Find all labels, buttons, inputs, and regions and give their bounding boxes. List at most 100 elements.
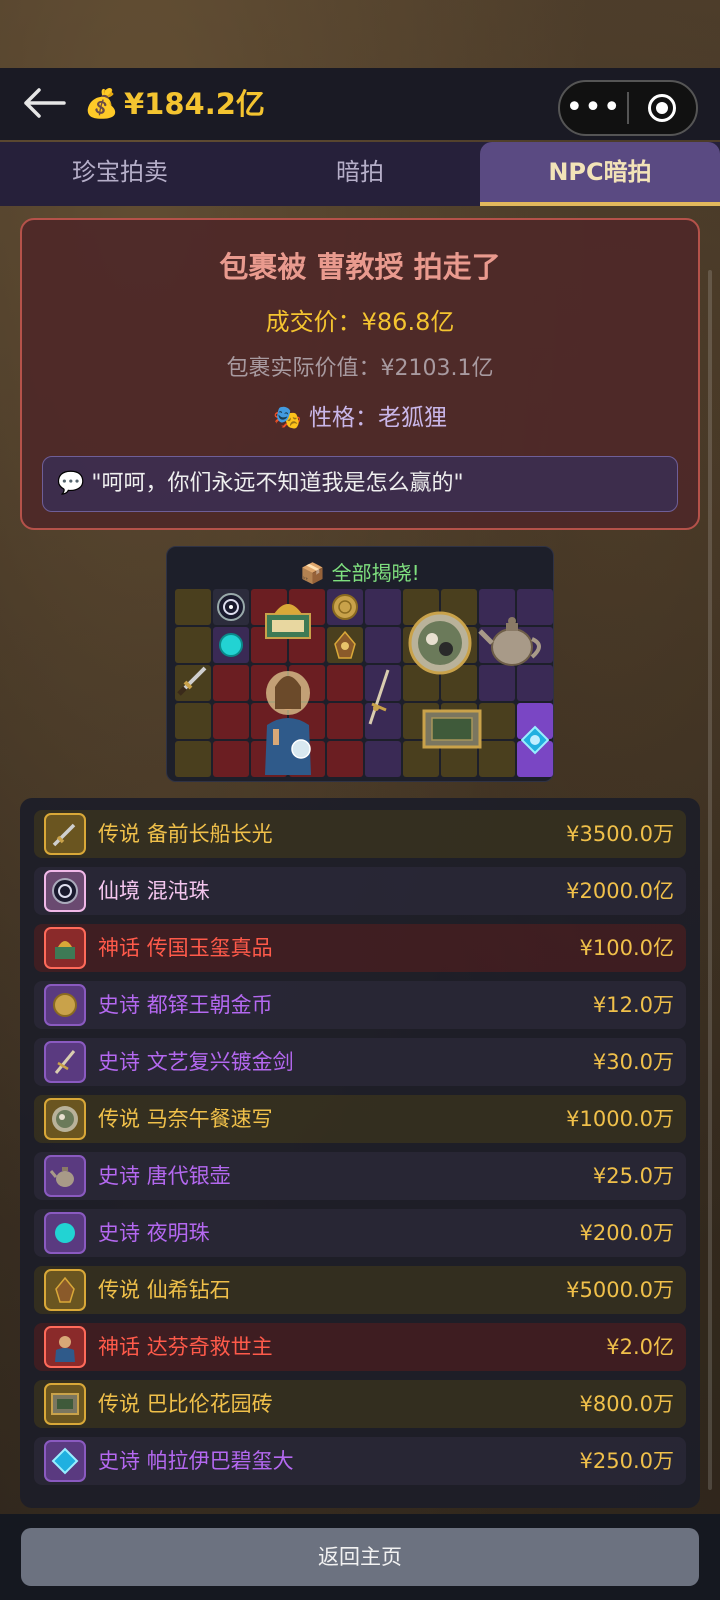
list-item[interactable]: 神话 传国玉玺真品 ¥100.0亿 bbox=[34, 924, 686, 972]
item-price: ¥30.0万 bbox=[592, 1050, 674, 1074]
list-item[interactable]: 史诗 唐代银壶 ¥25.0万 bbox=[34, 1152, 686, 1200]
target-icon[interactable] bbox=[629, 94, 696, 122]
blue-gem-icon[interactable] bbox=[517, 703, 553, 777]
grid-cell bbox=[479, 741, 515, 777]
item-name: 仙境 混沌珠 bbox=[98, 879, 210, 903]
item-price: ¥100.0亿 bbox=[579, 936, 674, 960]
item-name: 传说 备前长船长光 bbox=[98, 822, 273, 846]
teapot-icon bbox=[44, 1155, 86, 1197]
money-bag-icon: 💰 bbox=[84, 87, 119, 120]
tab-blind-auction[interactable]: 暗拍 bbox=[240, 142, 480, 206]
grid-cell bbox=[213, 741, 249, 777]
blue-gem-icon bbox=[44, 1440, 86, 1482]
list-item[interactable]: 传说 马奈午餐速写 ¥1000.0万 bbox=[34, 1095, 686, 1143]
reveal-title: 📦 全部揭晓! bbox=[300, 561, 420, 585]
list-item[interactable]: 史诗 都铎王朝金币 ¥12.0万 bbox=[34, 981, 686, 1029]
grid-cell bbox=[175, 741, 211, 777]
tab-bar: 珍宝拍卖 暗拍 NPC暗拍 bbox=[0, 142, 720, 206]
grid-cell bbox=[327, 741, 363, 777]
back-arrow-icon[interactable] bbox=[22, 82, 68, 124]
grid-cell bbox=[479, 703, 515, 739]
item-price: ¥250.0万 bbox=[579, 1449, 674, 1473]
personality-label: 性格：老狐狸 bbox=[308, 405, 447, 431]
quote-text: "呵呵，你们永远不知道我是怎么赢的" bbox=[91, 471, 464, 496]
package-icon: 📦 bbox=[300, 561, 326, 585]
item-list: 传说 备前长船长光 ¥3500.0万 仙境 混沌珠 ¥2000.0亿 神话 传国… bbox=[20, 798, 700, 1508]
list-item[interactable]: 传说 仙希钻石 ¥5000.0万 bbox=[34, 1266, 686, 1314]
deal-price: 成交价：¥86.8亿 bbox=[265, 308, 455, 336]
npc-quote: 💬 "呵呵，你们永远不知道我是怎么赢的" bbox=[42, 456, 678, 512]
item-name: 史诗 唐代银壶 bbox=[98, 1164, 231, 1188]
auction-result-card: 包裹被 曹教授 拍走了 成交价：¥86.8亿 包裹实际价值：¥2103.1亿 🎭… bbox=[20, 218, 700, 530]
item-price: ¥12.0万 bbox=[592, 993, 674, 1017]
list-item[interactable]: 史诗 夜明珠 ¥200.0万 bbox=[34, 1209, 686, 1257]
grid-cell bbox=[175, 589, 211, 625]
list-item[interactable]: 史诗 帕拉伊巴碧玺大 ¥250.0万 bbox=[34, 1437, 686, 1485]
item-name: 传说 马奈午餐速写 bbox=[98, 1107, 273, 1131]
masks-icon: 🎭 bbox=[273, 405, 302, 431]
tab-npc-blind-auction[interactable]: NPC暗拍 bbox=[480, 142, 720, 206]
mini-program-capsule: ••• bbox=[558, 80, 698, 136]
package-reveal-panel: 📦 全部揭晓! bbox=[166, 546, 554, 782]
item-name: 史诗 文艺复兴镀金剑 bbox=[98, 1050, 294, 1074]
painting-plate-icon bbox=[44, 1098, 86, 1140]
item-name: 传说 仙希钻石 bbox=[98, 1278, 231, 1302]
painting-plate-icon[interactable] bbox=[403, 611, 477, 675]
gold-coin-icon bbox=[44, 984, 86, 1026]
tablet-icon bbox=[44, 1383, 86, 1425]
item-price: ¥800.0万 bbox=[579, 1392, 674, 1416]
grid-cell bbox=[327, 665, 363, 701]
item-price: ¥3500.0万 bbox=[566, 822, 674, 846]
more-dots-icon[interactable]: ••• bbox=[560, 88, 627, 128]
npc-personality: 🎭 性格：老狐狸 bbox=[22, 398, 698, 432]
grid-cell bbox=[175, 703, 211, 739]
item-price: ¥2.0亿 bbox=[606, 1335, 674, 1359]
pearl-icon bbox=[44, 1212, 86, 1254]
item-price: ¥200.0万 bbox=[579, 1221, 674, 1245]
grid-cell bbox=[213, 703, 249, 739]
item-price: ¥1000.0万 bbox=[566, 1107, 674, 1131]
jade-seal-icon[interactable] bbox=[251, 589, 325, 645]
rapier-icon[interactable] bbox=[361, 661, 397, 731]
real-value: 包裹实际价值：¥2103.1亿 bbox=[226, 356, 494, 381]
grid-cell bbox=[365, 627, 401, 663]
top-bar: 💰 ¥184.2亿 ••• bbox=[0, 68, 720, 140]
item-price: ¥5000.0万 bbox=[566, 1278, 674, 1302]
bottom-bar: 返回主页 bbox=[0, 1514, 720, 1600]
rapier-icon bbox=[44, 1041, 86, 1083]
teapot-icon[interactable] bbox=[475, 605, 551, 675]
chaos-orb-icon bbox=[44, 870, 86, 912]
item-price: ¥25.0万 bbox=[592, 1164, 674, 1188]
item-name: 传说 巴比伦花园砖 bbox=[98, 1392, 273, 1416]
tab-treasure-auction[interactable]: 珍宝拍卖 bbox=[0, 142, 240, 206]
list-item[interactable]: 神话 达芬奇救世主 ¥2.0亿 bbox=[34, 1323, 686, 1371]
item-name: 史诗 都铎王朝金币 bbox=[98, 993, 273, 1017]
salvator-mundi-icon[interactable] bbox=[251, 665, 325, 775]
salvator-mundi-icon bbox=[44, 1326, 86, 1368]
diamond-icon[interactable] bbox=[327, 627, 363, 663]
item-price: ¥2000.0亿 bbox=[566, 879, 674, 903]
list-item[interactable]: 传说 备前长船长光 ¥3500.0万 bbox=[34, 810, 686, 858]
item-name: 史诗 夜明珠 bbox=[98, 1221, 210, 1245]
grid-cell bbox=[365, 741, 401, 777]
item-name: 神话 传国玉玺真品 bbox=[98, 936, 273, 960]
sword-icon[interactable] bbox=[175, 657, 213, 701]
jade-seal-icon bbox=[44, 927, 86, 969]
result-title: 包裹被 曹教授 拍走了 bbox=[219, 250, 501, 284]
tablet-icon[interactable] bbox=[421, 707, 483, 751]
list-item[interactable]: 史诗 文艺复兴镀金剑 ¥30.0万 bbox=[34, 1038, 686, 1086]
chaos-orb-icon[interactable] bbox=[213, 589, 249, 625]
speech-bubble-icon: 💬 bbox=[57, 471, 85, 496]
item-name: 神话 达芬奇救世主 bbox=[98, 1335, 273, 1359]
gold-coin-icon[interactable] bbox=[327, 589, 363, 625]
scrollbar[interactable] bbox=[708, 270, 712, 1490]
grid-cell bbox=[213, 665, 249, 701]
return-home-button[interactable]: 返回主页 bbox=[21, 1528, 699, 1586]
list-item[interactable]: 仙境 混沌珠 ¥2000.0亿 bbox=[34, 867, 686, 915]
list-item[interactable]: 传说 巴比伦花园砖 ¥800.0万 bbox=[34, 1380, 686, 1428]
item-name: 史诗 帕拉伊巴碧玺大 bbox=[98, 1449, 294, 1473]
grid-cell bbox=[365, 589, 401, 625]
pearl-icon[interactable] bbox=[213, 627, 249, 663]
money-balance: ¥184.2亿 bbox=[124, 87, 265, 121]
diamond-icon bbox=[44, 1269, 86, 1311]
